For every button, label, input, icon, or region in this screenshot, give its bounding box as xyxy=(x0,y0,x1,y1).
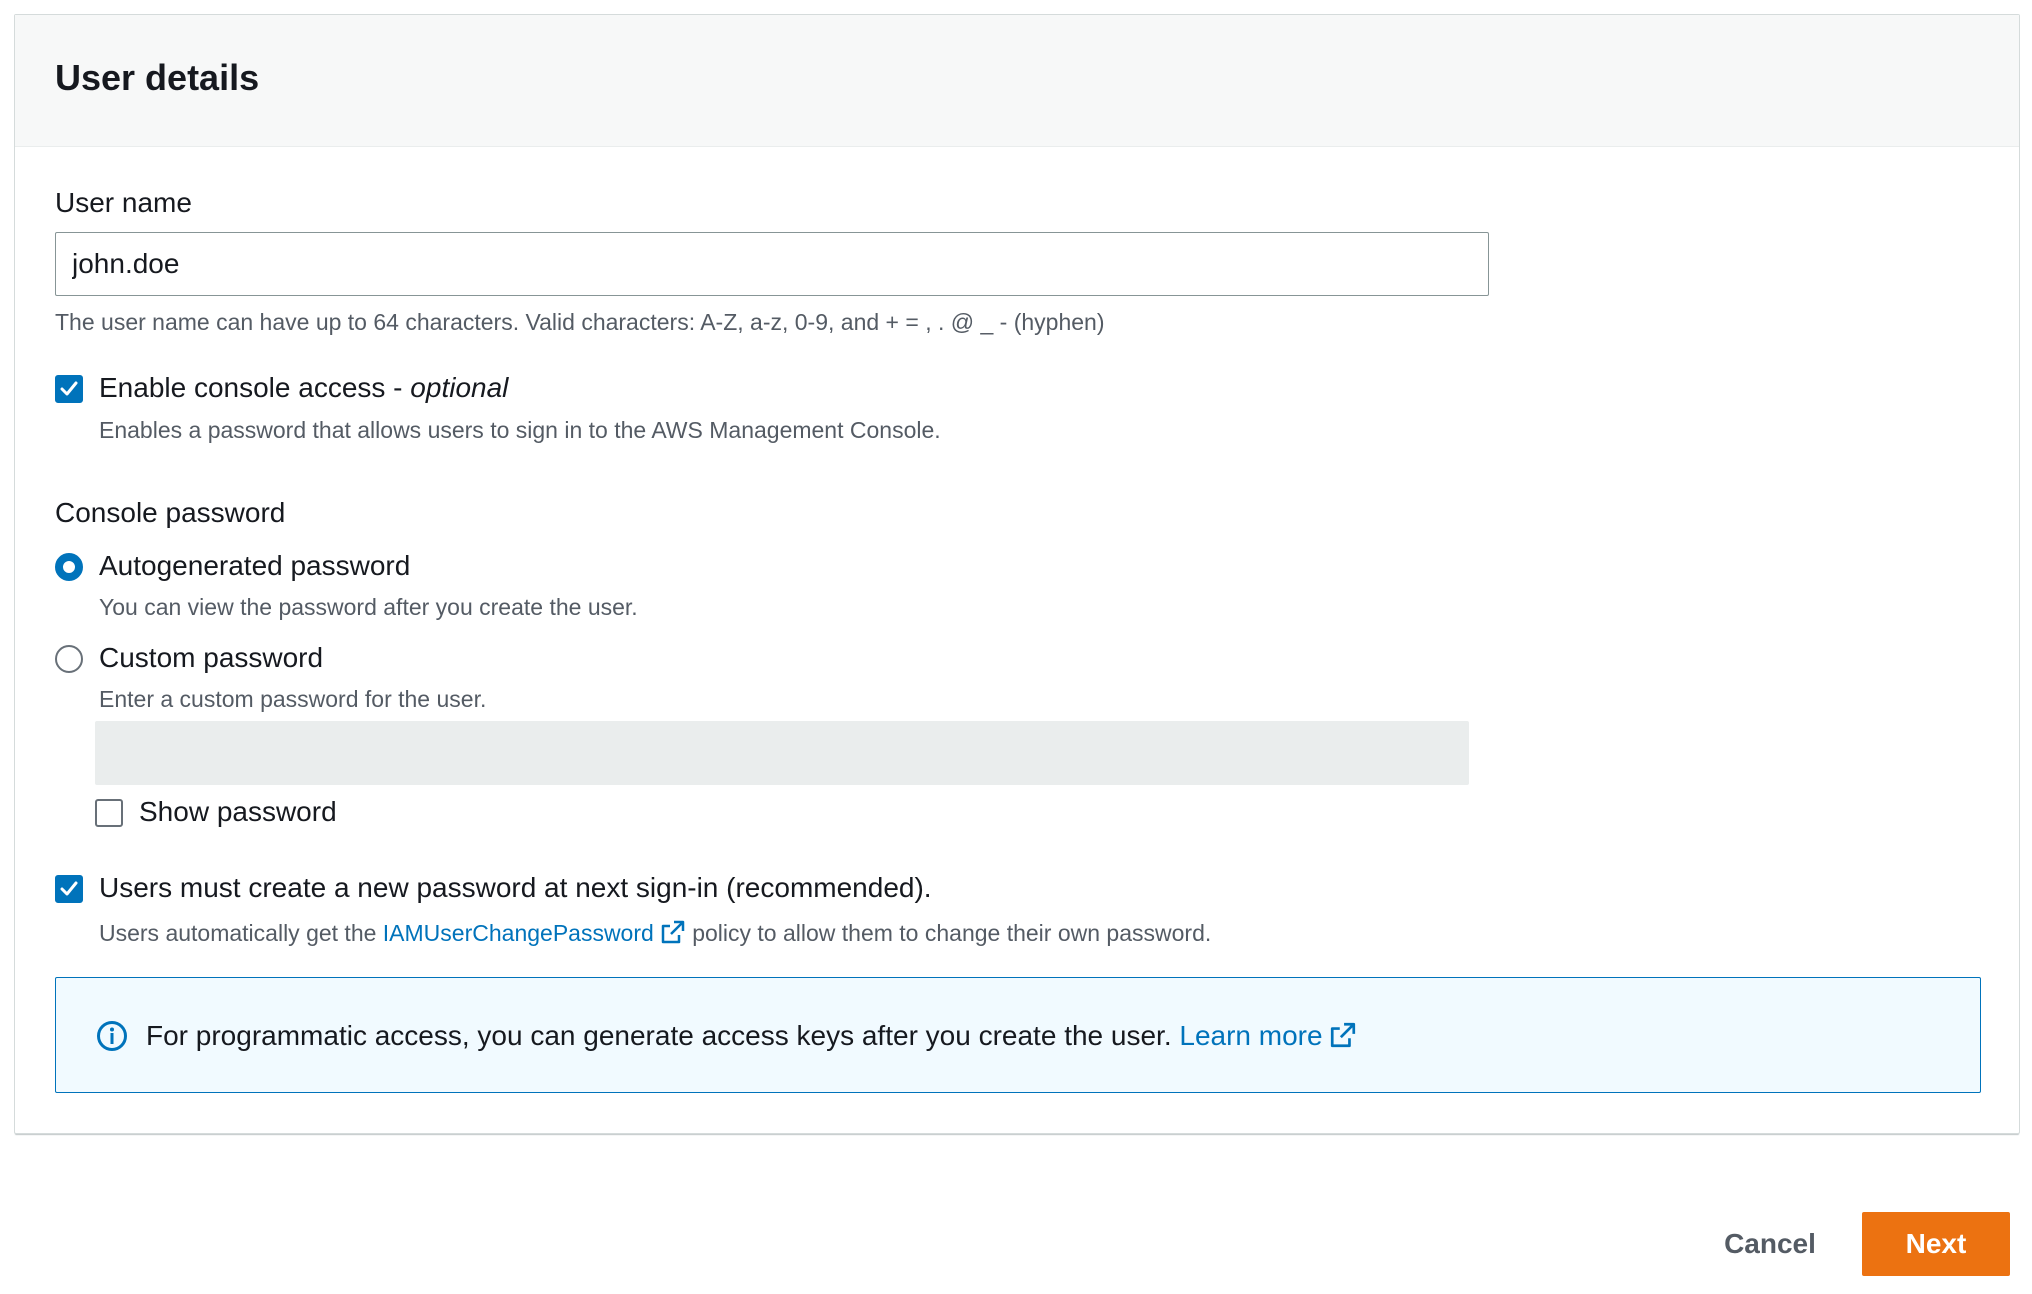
panel-title: User details xyxy=(55,57,260,98)
user-name-label: User name xyxy=(55,187,192,218)
autogenerated-password-description: You can view the password after you crea… xyxy=(99,594,638,620)
reset-password-description-after: policy to allow them to change their own… xyxy=(692,920,1212,946)
iam-user-change-password-link[interactable]: IAMUserChangePassword xyxy=(383,920,686,946)
reset-password-description-before: Users automatically get the xyxy=(99,920,377,946)
console-access-label[interactable]: Enable console access - optional xyxy=(99,372,508,404)
user-name-constraint: The user name can have up to 64 characte… xyxy=(55,309,1105,335)
checkmark-icon xyxy=(60,881,78,896)
learn-more-link[interactable]: Learn more xyxy=(1179,1020,1356,1051)
user-name-input[interactable] xyxy=(55,232,1489,296)
custom-password-label[interactable]: Custom password xyxy=(99,642,323,674)
cancel-button[interactable]: Cancel xyxy=(1700,1212,1840,1276)
reset-password-description: Users automatically get the IAMUserChang… xyxy=(99,919,1211,947)
custom-password-description: Enter a custom password for the user. xyxy=(99,686,487,712)
info-text: For programmatic access, you can generat… xyxy=(146,1020,1357,1052)
reset-password-label[interactable]: Users must create a new password at next… xyxy=(99,872,932,904)
panel-header: User details xyxy=(15,15,2019,147)
info-alert: For programmatic access, you can generat… xyxy=(55,977,1981,1093)
autogenerated-password-radio[interactable] xyxy=(55,553,83,581)
external-link-icon xyxy=(661,920,685,944)
user-details-panel: User details User name The user name can… xyxy=(14,14,2020,1134)
info-message: For programmatic access, you can generat… xyxy=(146,1020,1172,1051)
next-button[interactable]: Next xyxy=(1862,1212,2010,1276)
custom-password-input[interactable] xyxy=(95,721,1469,785)
custom-password-radio[interactable] xyxy=(55,645,83,673)
console-access-description: Enables a password that allows users to … xyxy=(99,417,941,443)
autogenerated-password-label[interactable]: Autogenerated password xyxy=(99,550,410,582)
reset-password-checkbox[interactable] xyxy=(55,875,83,903)
external-link-icon xyxy=(1330,1022,1355,1048)
show-password-checkbox[interactable] xyxy=(95,799,123,827)
console-access-label-text: Enable console access - xyxy=(99,372,403,403)
console-access-checkbox[interactable] xyxy=(55,375,83,403)
console-password-label: Console password xyxy=(55,497,286,528)
show-password-label[interactable]: Show password xyxy=(139,796,337,828)
optional-tag: optional xyxy=(410,372,509,403)
info-icon xyxy=(97,1021,127,1051)
checkmark-icon xyxy=(60,381,78,396)
